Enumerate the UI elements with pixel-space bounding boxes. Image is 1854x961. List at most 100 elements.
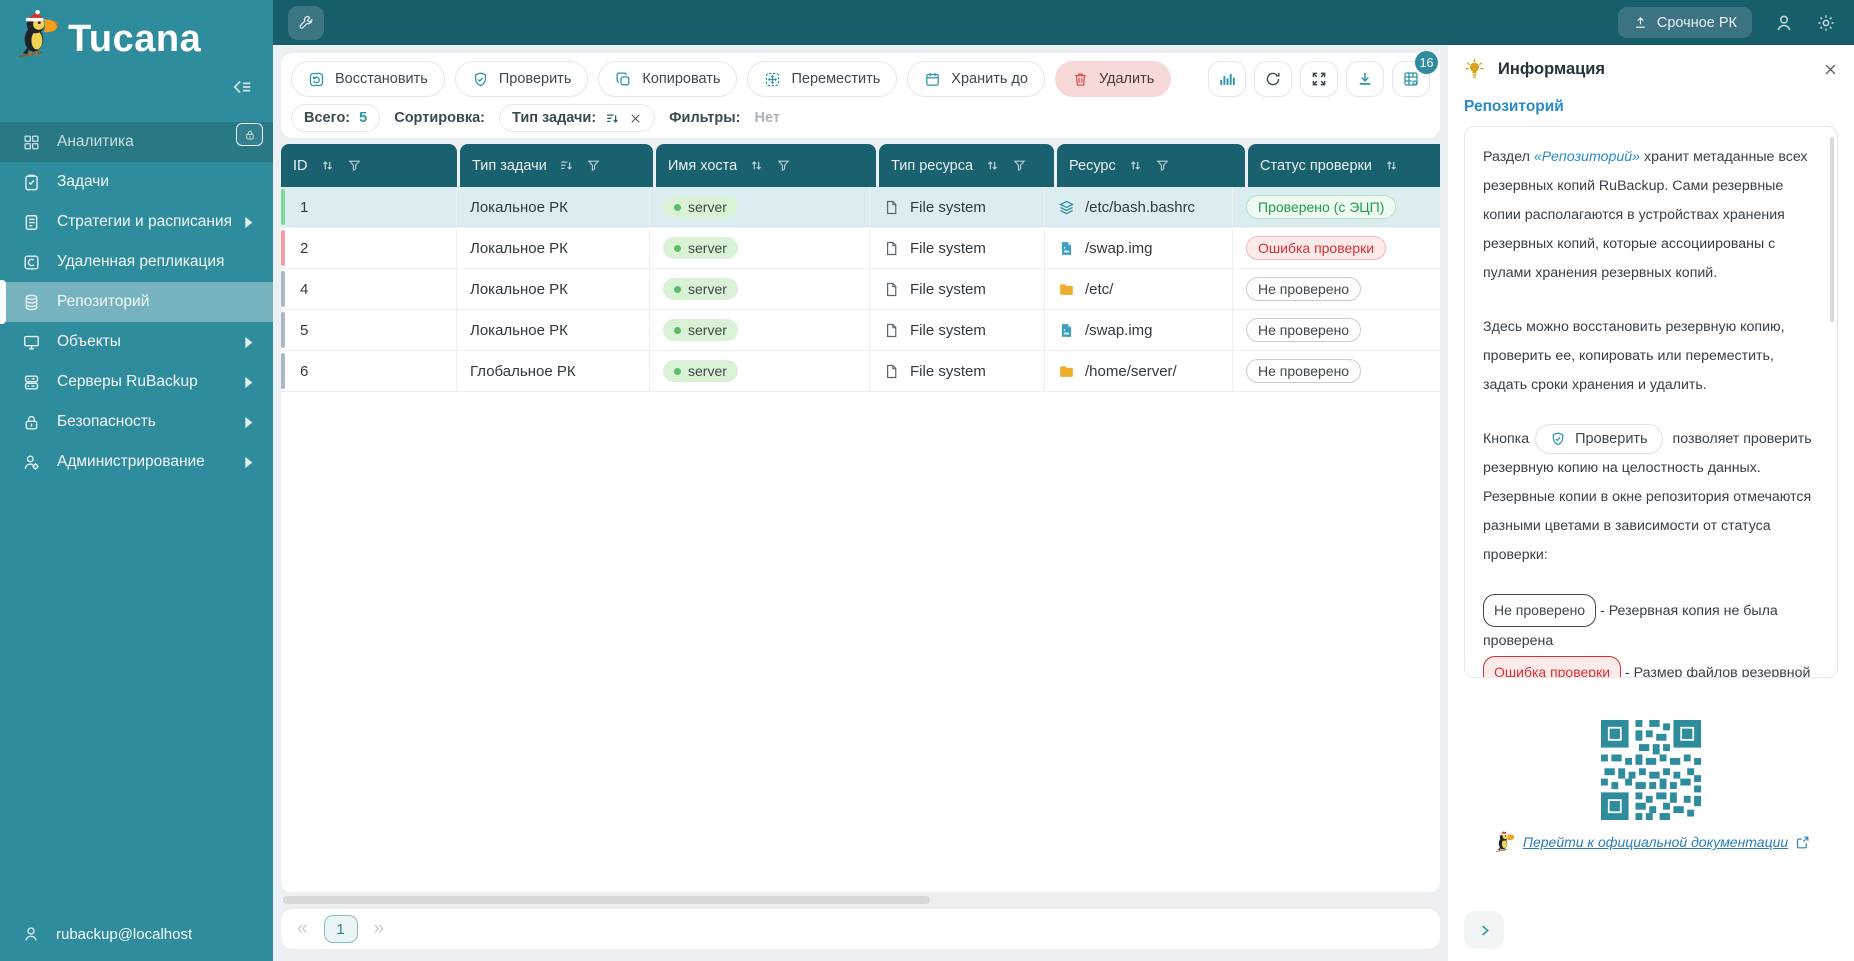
vertical-scrollbar-thumb[interactable]	[1830, 137, 1834, 322]
current-user[interactable]: rubackup@localhost	[22, 925, 192, 943]
delete-button[interactable]: Удалить	[1055, 61, 1171, 97]
first-page-button[interactable]: «	[297, 918, 308, 940]
user-icon	[22, 925, 40, 943]
sidebar-item-repository[interactable]: Репозиторий	[0, 282, 273, 322]
restore-icon	[308, 71, 325, 88]
sort-icon[interactable]	[985, 158, 1000, 173]
sidebar-item-servers[interactable]: Серверы RuBackup	[0, 362, 273, 402]
sort-order-icon	[605, 111, 620, 126]
sidebar: Tucana Аналитика Задачи Стратегии и расп…	[0, 0, 273, 961]
columns-settings-button[interactable]: 16	[1392, 61, 1430, 97]
shield-check-icon	[472, 71, 489, 88]
chart-view-button[interactable]	[1208, 61, 1246, 97]
sidebar-item-administration[interactable]: Администрирование	[0, 442, 273, 482]
panel-collapse-button[interactable]	[1464, 911, 1504, 949]
sidebar-item-strategies[interactable]: Стратегии и расписания	[0, 202, 273, 242]
cell-resource-type: File system	[910, 240, 986, 257]
refresh-button[interactable]	[1254, 61, 1292, 97]
sidebar-collapse-icon[interactable]	[229, 76, 255, 98]
admin-user-icon	[22, 453, 41, 472]
grid-icon	[22, 133, 41, 152]
filter-funnel-icon[interactable]	[1012, 158, 1027, 173]
toolbar: Восстановить Проверить Копировать П	[281, 53, 1440, 138]
sort-icon[interactable]	[320, 158, 335, 173]
close-icon[interactable]	[1823, 62, 1838, 77]
column-header-task-type[interactable]: Тип задачи	[460, 144, 653, 187]
filters-label: Фильтры:	[669, 110, 740, 126]
urgent-backup-label: Срочное РК	[1657, 15, 1737, 31]
sidebar-nav: Аналитика Задачи Стратегии и расписания …	[0, 122, 273, 482]
status-badge: Не проверено	[1246, 318, 1361, 342]
status-badge: Проверено (с ЭЦП)	[1246, 195, 1396, 219]
online-dot-icon	[674, 245, 681, 252]
bar-chart-icon	[1218, 70, 1236, 88]
table-row[interactable]: 4 Локальное РК server File system /etc/ …	[281, 269, 1440, 310]
settings-gear-icon[interactable]	[1816, 13, 1836, 33]
profile-icon[interactable]	[1774, 13, 1794, 33]
urgent-backup-button[interactable]: Срочное РК	[1618, 7, 1752, 38]
online-dot-icon	[674, 204, 681, 211]
sort-chip[interactable]: Тип задачи:	[499, 104, 655, 132]
repository-inline-link[interactable]: «Репозиторий»	[1534, 149, 1640, 165]
documentation-link[interactable]: Перейти к официальной документации	[1523, 834, 1788, 850]
refresh-icon	[1264, 70, 1282, 88]
sort-icon[interactable]	[749, 158, 764, 173]
cell-id: 5	[281, 310, 457, 350]
filter-funnel-icon[interactable]	[776, 158, 791, 173]
sidebar-item-analytics[interactable]: Аналитика	[0, 122, 273, 162]
keep-until-button[interactable]: Хранить до	[907, 61, 1045, 97]
folder-icon	[1058, 363, 1075, 380]
move-button[interactable]: Переместить	[747, 61, 897, 97]
topbar: Срочное РК	[273, 0, 1854, 45]
total-value: 5	[359, 110, 367, 126]
inline-verify-button[interactable]: Проверить	[1535, 424, 1663, 454]
sidebar-item-tasks[interactable]: Задачи	[0, 162, 273, 202]
copy-button[interactable]: Копировать	[598, 61, 737, 97]
page-number-button[interactable]: 1	[324, 915, 358, 943]
tools-button[interactable]	[288, 6, 324, 40]
qr-code-icon	[1601, 720, 1701, 820]
column-header-resource[interactable]: Ресурс	[1057, 144, 1245, 187]
verify-label: Проверить	[499, 71, 572, 87]
filter-funnel-icon[interactable]	[1155, 158, 1170, 173]
table-row[interactable]: 1 Локальное РК server File system /etc/b…	[281, 187, 1440, 228]
table-row[interactable]: 2 Локальное РК server File system /swap.…	[281, 228, 1440, 269]
export-button[interactable]	[1346, 61, 1384, 97]
sidebar-item-objects[interactable]: Объекты	[0, 322, 273, 362]
sort-icon[interactable]	[1128, 158, 1143, 173]
database-icon	[22, 293, 41, 312]
document-icon	[22, 213, 41, 232]
sidebar-item-replication[interactable]: Удаленная репликация	[0, 242, 273, 282]
column-header-check-status[interactable]: Статус проверки	[1248, 144, 1440, 187]
fullscreen-button[interactable]	[1300, 61, 1338, 97]
last-page-button[interactable]: »	[374, 918, 385, 940]
column-header-hostname[interactable]: Имя хоста	[656, 144, 876, 187]
table-row[interactable]: 6 Глобальное РК server File system /home…	[281, 351, 1440, 392]
row-status-stripe	[281, 271, 285, 307]
online-dot-icon	[674, 368, 681, 375]
cell-resource: /etc/	[1085, 281, 1113, 298]
cell-resource: /home/server/	[1085, 363, 1177, 380]
sort-chip-label: Тип задачи:	[512, 110, 596, 126]
online-dot-icon	[674, 286, 681, 293]
filter-funnel-icon[interactable]	[586, 158, 601, 173]
verify-button[interactable]: Проверить	[455, 61, 589, 97]
clear-sort-icon[interactable]	[629, 112, 642, 125]
documentation-link-row[interactable]: Перейти к официальной документации	[1464, 830, 1838, 854]
sidebar-item-security[interactable]: Безопасность	[0, 402, 273, 442]
column-header-id[interactable]: ID	[281, 144, 457, 187]
horizontal-scrollbar[interactable]	[283, 896, 1438, 904]
column-header-resource-type[interactable]: Тип ресурса	[879, 144, 1054, 187]
table-row[interactable]: 5 Локальное РК server File system /swap.…	[281, 310, 1440, 351]
sort-icon[interactable]	[1384, 158, 1399, 173]
filter-funnel-icon[interactable]	[347, 158, 362, 173]
online-dot-icon	[674, 327, 681, 334]
host-badge: server	[663, 278, 738, 300]
table-body: 1 Локальное РК server File system /etc/b…	[281, 187, 1440, 892]
cell-task-type: Глобальное РК	[457, 351, 650, 391]
sort-active-icon[interactable]	[559, 158, 574, 173]
sidebar-item-label: Серверы RuBackup	[57, 373, 198, 391]
scrollbar-thumb[interactable]	[283, 896, 930, 904]
copy-icon	[615, 71, 632, 88]
restore-button[interactable]: Восстановить	[291, 61, 445, 97]
